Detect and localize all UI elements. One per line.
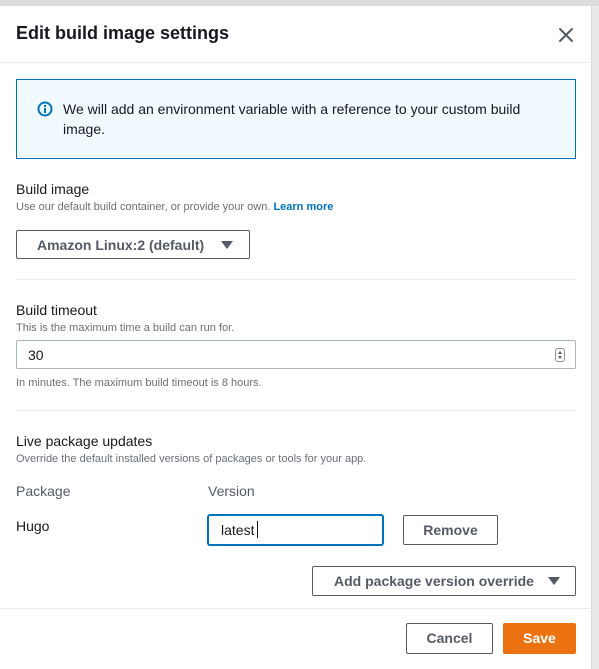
add-override-label: Add package version override bbox=[334, 573, 534, 589]
build-image-description-text: Use our default build container, or prov… bbox=[16, 201, 271, 213]
build-timeout-value: 30 bbox=[28, 347, 44, 363]
column-header-package: Package bbox=[16, 483, 71, 499]
package-name: Hugo bbox=[16, 518, 50, 534]
live-updates-description: Override the default installed versions … bbox=[16, 453, 367, 465]
spin-down-icon bbox=[558, 356, 562, 359]
live-updates-label: Live package updates bbox=[16, 433, 153, 449]
close-button[interactable] bbox=[554, 23, 578, 47]
caret-down-icon bbox=[548, 577, 560, 585]
edit-build-image-modal: Edit build image settings We will add an… bbox=[0, 6, 592, 669]
column-header-version: Version bbox=[208, 483, 255, 499]
spin-up-icon bbox=[558, 351, 562, 354]
modal-header: Edit build image settings bbox=[0, 6, 592, 63]
caret-down-icon bbox=[221, 241, 233, 249]
info-alert-text: We will add an environment variable with… bbox=[63, 101, 521, 137]
modal-title: Edit build image settings bbox=[16, 23, 230, 43]
build-timeout-label: Build timeout bbox=[16, 302, 97, 318]
text-cursor bbox=[257, 521, 258, 538]
build-image-description: Use our default build container, or prov… bbox=[16, 201, 333, 213]
learn-more-link[interactable]: Learn more bbox=[273, 201, 333, 213]
build-image-selected-value: Amazon Linux:2 (default) bbox=[37, 237, 205, 253]
build-image-select[interactable]: Amazon Linux:2 (default) bbox=[16, 230, 250, 259]
remove-button[interactable]: Remove bbox=[403, 515, 498, 545]
build-timeout-input[interactable]: 30 bbox=[16, 340, 576, 369]
build-timeout-hint: In minutes. The maximum build timeout is… bbox=[16, 377, 262, 389]
modal-footer: Cancel Save bbox=[0, 608, 592, 669]
cancel-button[interactable]: Cancel bbox=[406, 623, 493, 654]
section-divider bbox=[16, 410, 576, 411]
section-divider bbox=[16, 279, 576, 280]
close-icon bbox=[559, 28, 573, 42]
build-image-label: Build image bbox=[16, 181, 90, 197]
info-icon bbox=[37, 101, 53, 117]
save-button[interactable]: Save bbox=[503, 623, 576, 654]
add-package-version-override-button[interactable]: Add package version override bbox=[312, 566, 576, 596]
version-input[interactable]: latest bbox=[208, 515, 383, 545]
info-alert: We will add an environment variable with… bbox=[16, 79, 576, 159]
version-value: latest bbox=[221, 522, 255, 538]
build-timeout-description: This is the maximum time a build can run… bbox=[16, 322, 235, 334]
number-spinner-icon[interactable] bbox=[555, 348, 565, 362]
